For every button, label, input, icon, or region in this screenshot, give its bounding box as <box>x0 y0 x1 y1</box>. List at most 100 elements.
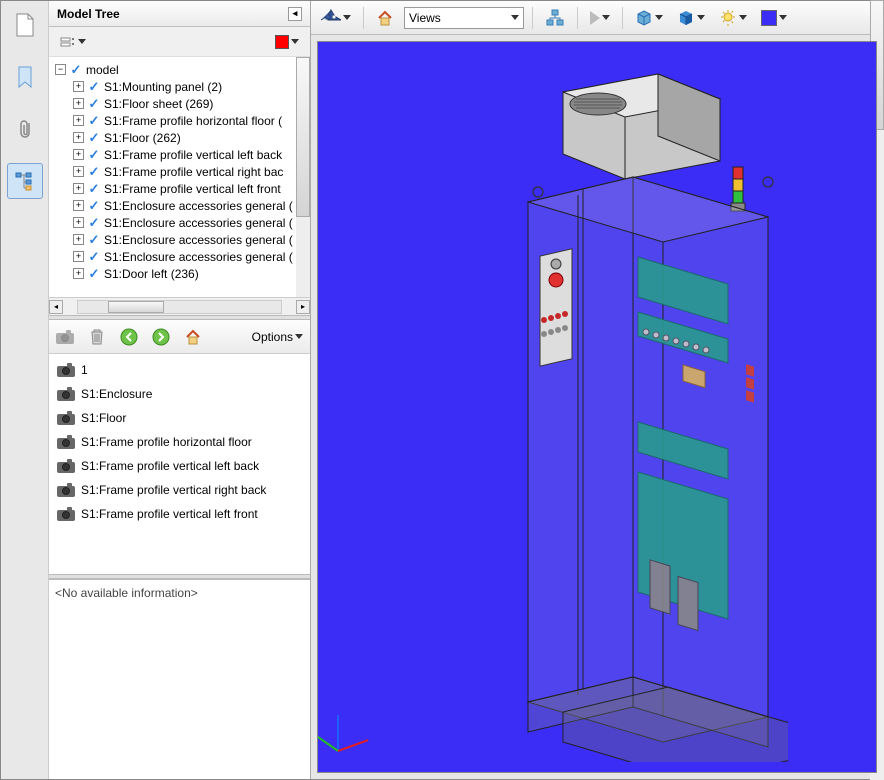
tree-label[interactable]: S1:Frame profile vertical right bac <box>104 165 283 179</box>
list-item[interactable]: S1:Frame profile vertical right back <box>53 478 306 502</box>
check-icon[interactable]: ✓ <box>87 216 101 230</box>
tree-item[interactable]: +✓S1:Frame profile vertical left front <box>71 180 306 197</box>
expander-icon[interactable]: + <box>73 217 84 228</box>
check-icon[interactable]: ✓ <box>87 97 101 111</box>
check-icon[interactable]: ✓ <box>87 165 101 179</box>
viewport-toolbar: Views <box>311 1 883 35</box>
tree-item[interactable]: +✓S1:Mounting panel (2) <box>71 78 306 95</box>
expander-icon[interactable]: + <box>73 149 84 160</box>
3d-viewport[interactable] <box>317 41 877 773</box>
check-icon[interactable]: ✓ <box>87 233 101 247</box>
expander-icon[interactable]: + <box>73 251 84 262</box>
check-icon[interactable]: ✓ <box>69 63 83 77</box>
list-item[interactable]: S1:Floor <box>53 406 306 430</box>
tree-horizontal-scrollbar[interactable]: ◂ ▸ <box>49 297 310 315</box>
options-dropdown[interactable]: Options <box>249 327 306 347</box>
viewport-area: Views <box>311 1 883 779</box>
tree-label[interactable]: S1:Floor (262) <box>104 131 181 145</box>
tree-settings-dropdown[interactable] <box>55 32 91 52</box>
check-icon[interactable]: ✓ <box>87 250 101 264</box>
tree-item[interactable]: +✓S1:Frame profile vertical left back <box>71 146 306 163</box>
color-picker-dropdown[interactable] <box>270 32 304 52</box>
list-item[interactable]: 1 <box>53 358 306 382</box>
list-item[interactable]: S1:Frame profile vertical left back <box>53 454 306 478</box>
views-label: Views <box>409 11 441 25</box>
list-item-label: S1:Frame profile horizontal floor <box>81 435 252 449</box>
expander-icon[interactable]: + <box>73 98 84 109</box>
lighting-dropdown[interactable] <box>715 5 751 31</box>
bookmark-icon[interactable] <box>7 59 43 95</box>
tree-item[interactable]: +✓S1:Enclosure accessories general ( <box>71 197 306 214</box>
check-icon[interactable]: ✓ <box>87 148 101 162</box>
tree-item[interactable]: +✓S1:Enclosure accessories general ( <box>71 248 306 265</box>
check-icon[interactable]: ✓ <box>87 182 101 196</box>
cube-display-dropdown[interactable] <box>631 5 667 31</box>
background-color-dropdown[interactable] <box>757 6 791 30</box>
expander-icon[interactable]: + <box>73 183 84 194</box>
tree-label[interactable]: S1:Mounting panel (2) <box>104 80 222 94</box>
hierarchy-tool-button[interactable] <box>541 4 569 32</box>
tree-label[interactable]: S1:Frame profile vertical left front <box>104 182 281 196</box>
collapse-panel-button[interactable]: ◂ <box>288 7 302 21</box>
chevron-down-icon <box>511 15 519 20</box>
tree-label[interactable]: S1:Enclosure accessories general ( <box>104 250 293 264</box>
item-list[interactable]: 1S1:Enclosure S1:Floor S1:Frame profile ho… <box>49 354 310 574</box>
expander-icon[interactable]: + <box>73 234 84 245</box>
expander-icon[interactable]: − <box>55 64 66 75</box>
forward-button[interactable] <box>149 325 173 349</box>
tree-vertical-scrollbar[interactable] <box>296 57 310 297</box>
back-button[interactable] <box>117 325 141 349</box>
tree-label[interactable]: S1:Enclosure accessories general ( <box>104 216 293 230</box>
home-button[interactable] <box>181 325 205 349</box>
tree-item[interactable]: +✓S1:Floor sheet (269) <box>71 95 306 112</box>
navigation-tool-dropdown[interactable] <box>317 4 355 32</box>
expander-icon[interactable]: + <box>73 200 84 211</box>
tree-label[interactable]: model <box>86 63 119 77</box>
tree-label[interactable]: S1:Enclosure accessories general ( <box>104 233 293 247</box>
tree-label[interactable]: S1:Frame profile horizontal floor ( <box>104 114 282 128</box>
axis-indicator <box>338 702 388 752</box>
camera-icon <box>57 411 75 425</box>
tree-label[interactable]: S1:Enclosure accessories general ( <box>104 199 293 213</box>
tree-label[interactable]: S1:Frame profile vertical left back <box>104 148 282 162</box>
list-item-label: S1:Floor <box>81 411 126 425</box>
camera-icon <box>57 483 75 497</box>
check-icon[interactable]: ✓ <box>87 199 101 213</box>
page-icon[interactable] <box>7 7 43 43</box>
tree-item[interactable]: +✓S1:Floor (262) <box>71 129 306 146</box>
expander-icon[interactable]: + <box>73 132 84 143</box>
list-item[interactable]: S1:Frame profile vertical left front <box>53 502 306 526</box>
list-item[interactable]: S1:Frame profile horizontal floor <box>53 430 306 454</box>
camera-tool-button[interactable] <box>53 325 77 349</box>
trash-button[interactable] <box>85 325 109 349</box>
y-axis <box>317 731 339 752</box>
tree-toolbar <box>49 27 310 57</box>
check-icon[interactable]: ✓ <box>87 80 101 94</box>
paperclip-icon[interactable] <box>7 111 43 147</box>
expander-icon[interactable]: + <box>73 115 84 126</box>
home-view-button[interactable] <box>372 5 398 31</box>
expander-icon[interactable]: + <box>73 81 84 92</box>
tree-view[interactable]: −✓model+✓S1:Mounting panel (2)+✓S1:Floor… <box>49 57 310 297</box>
tree-label[interactable]: S1:Door left (236) <box>104 267 199 281</box>
check-icon[interactable]: ✓ <box>87 131 101 145</box>
list-item-label: S1:Frame profile vertical left front <box>81 507 258 521</box>
tree-view-icon[interactable] <box>7 163 43 199</box>
expander-icon[interactable]: + <box>73 166 84 177</box>
tree-label[interactable]: S1:Floor sheet (269) <box>104 97 213 111</box>
tree-item[interactable]: +✓S1:Frame profile horizontal floor ( <box>71 112 306 129</box>
list-item[interactable]: S1:Enclosure <box>53 382 306 406</box>
cabinet-model <box>428 62 788 762</box>
tree-item[interactable]: +✓S1:Door left (236) <box>71 265 306 282</box>
check-icon[interactable]: ✓ <box>87 114 101 128</box>
tree-root-item[interactable]: −✓model <box>53 61 306 78</box>
tree-item[interactable]: +✓S1:Enclosure accessories general ( <box>71 214 306 231</box>
views-combo[interactable]: Views <box>404 7 524 29</box>
shaded-cube-dropdown[interactable] <box>673 5 709 31</box>
tree-item[interactable]: +✓S1:Enclosure accessories general ( <box>71 231 306 248</box>
tree-item[interactable]: +✓S1:Frame profile vertical right bac <box>71 163 306 180</box>
chevron-down-icon <box>291 39 299 44</box>
play-button[interactable] <box>586 7 614 29</box>
expander-icon[interactable]: + <box>73 268 84 279</box>
check-icon[interactable]: ✓ <box>87 267 101 281</box>
